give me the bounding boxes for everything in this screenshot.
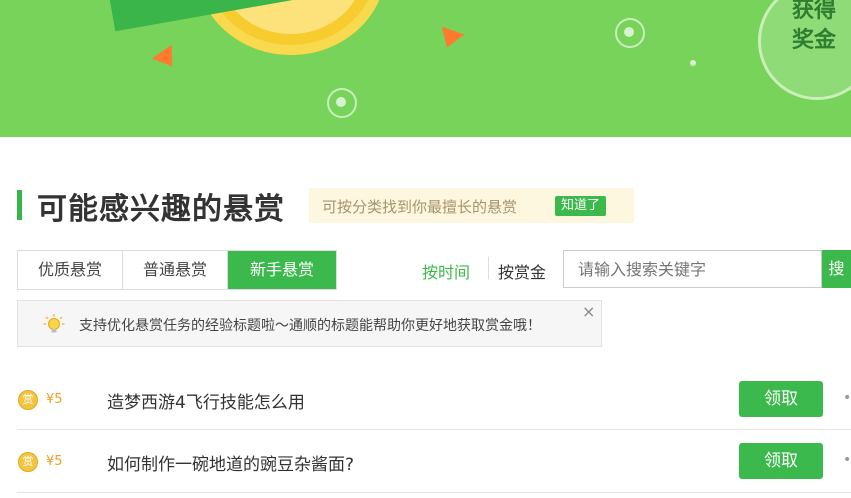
reward-line-1: 获得 [792, 0, 837, 23]
circle-decoration [690, 60, 696, 66]
promo-banner: 获得 奖金 [0, 0, 851, 137]
bounty-tabs: 优质悬赏 普通悬赏 新手悬赏 [17, 250, 337, 290]
search-button[interactable]: 搜 [822, 250, 851, 288]
tab-premium-bounty[interactable]: 优质悬赏 [18, 251, 123, 289]
reward-line-2: 奖金 [792, 28, 837, 53]
got-it-button[interactable]: 知道了 [555, 196, 607, 216]
tab-normal-bounty[interactable]: 普通悬赏 [123, 251, 228, 289]
reward-badge-text: 获得 奖金 [792, 0, 836, 56]
claim-button[interactable]: 领取 [739, 381, 823, 417]
list-item: 赏 ¥5 造梦西游4飞行技能怎么用 领取 • [0, 368, 851, 430]
lightbulb-icon [43, 314, 65, 333]
more-icon[interactable]: • [843, 390, 851, 406]
circle-decoration [624, 27, 634, 37]
tip-text: 支持优化悬赏任务的经验标题啦～通顺的标题能帮助你更好地获取赏金哦！ [79, 318, 541, 334]
row-divider [17, 492, 851, 493]
sort-by-reward-link[interactable]: 按赏金 [498, 259, 546, 283]
search-input[interactable] [563, 250, 822, 288]
bounty-amount: ¥5 [46, 392, 63, 407]
section-title: 可能感兴趣的悬赏 [37, 192, 285, 227]
coin-icon: 赏 [18, 452, 38, 472]
sort-divider [488, 257, 489, 279]
close-icon[interactable]: × [582, 302, 595, 321]
bounty-title[interactable]: 造梦西游4飞行技能怎么用 [107, 388, 305, 413]
more-icon[interactable]: • [843, 452, 851, 468]
bounty-title[interactable]: 如何制作一碗地道的豌豆杂酱面? [107, 450, 354, 475]
triangle-decoration [152, 44, 182, 74]
circle-decoration [336, 97, 346, 107]
bounty-amount: ¥5 [46, 454, 63, 469]
claim-button[interactable]: 领取 [739, 443, 823, 479]
list-item: 赏 ¥5 如何制作一碗地道的豌豆杂酱面? 领取 • [0, 431, 851, 493]
hint-text: 可按分类找到你最擅长的悬赏 [322, 198, 518, 216]
coin-icon: 赏 [18, 390, 38, 410]
row-divider [17, 429, 851, 430]
triangle-decoration [435, 26, 465, 52]
section-accent-bar [17, 190, 22, 220]
sort-by-time-link[interactable]: 按时间 [422, 259, 470, 283]
tab-newbie-bounty[interactable]: 新手悬赏 [228, 251, 336, 289]
